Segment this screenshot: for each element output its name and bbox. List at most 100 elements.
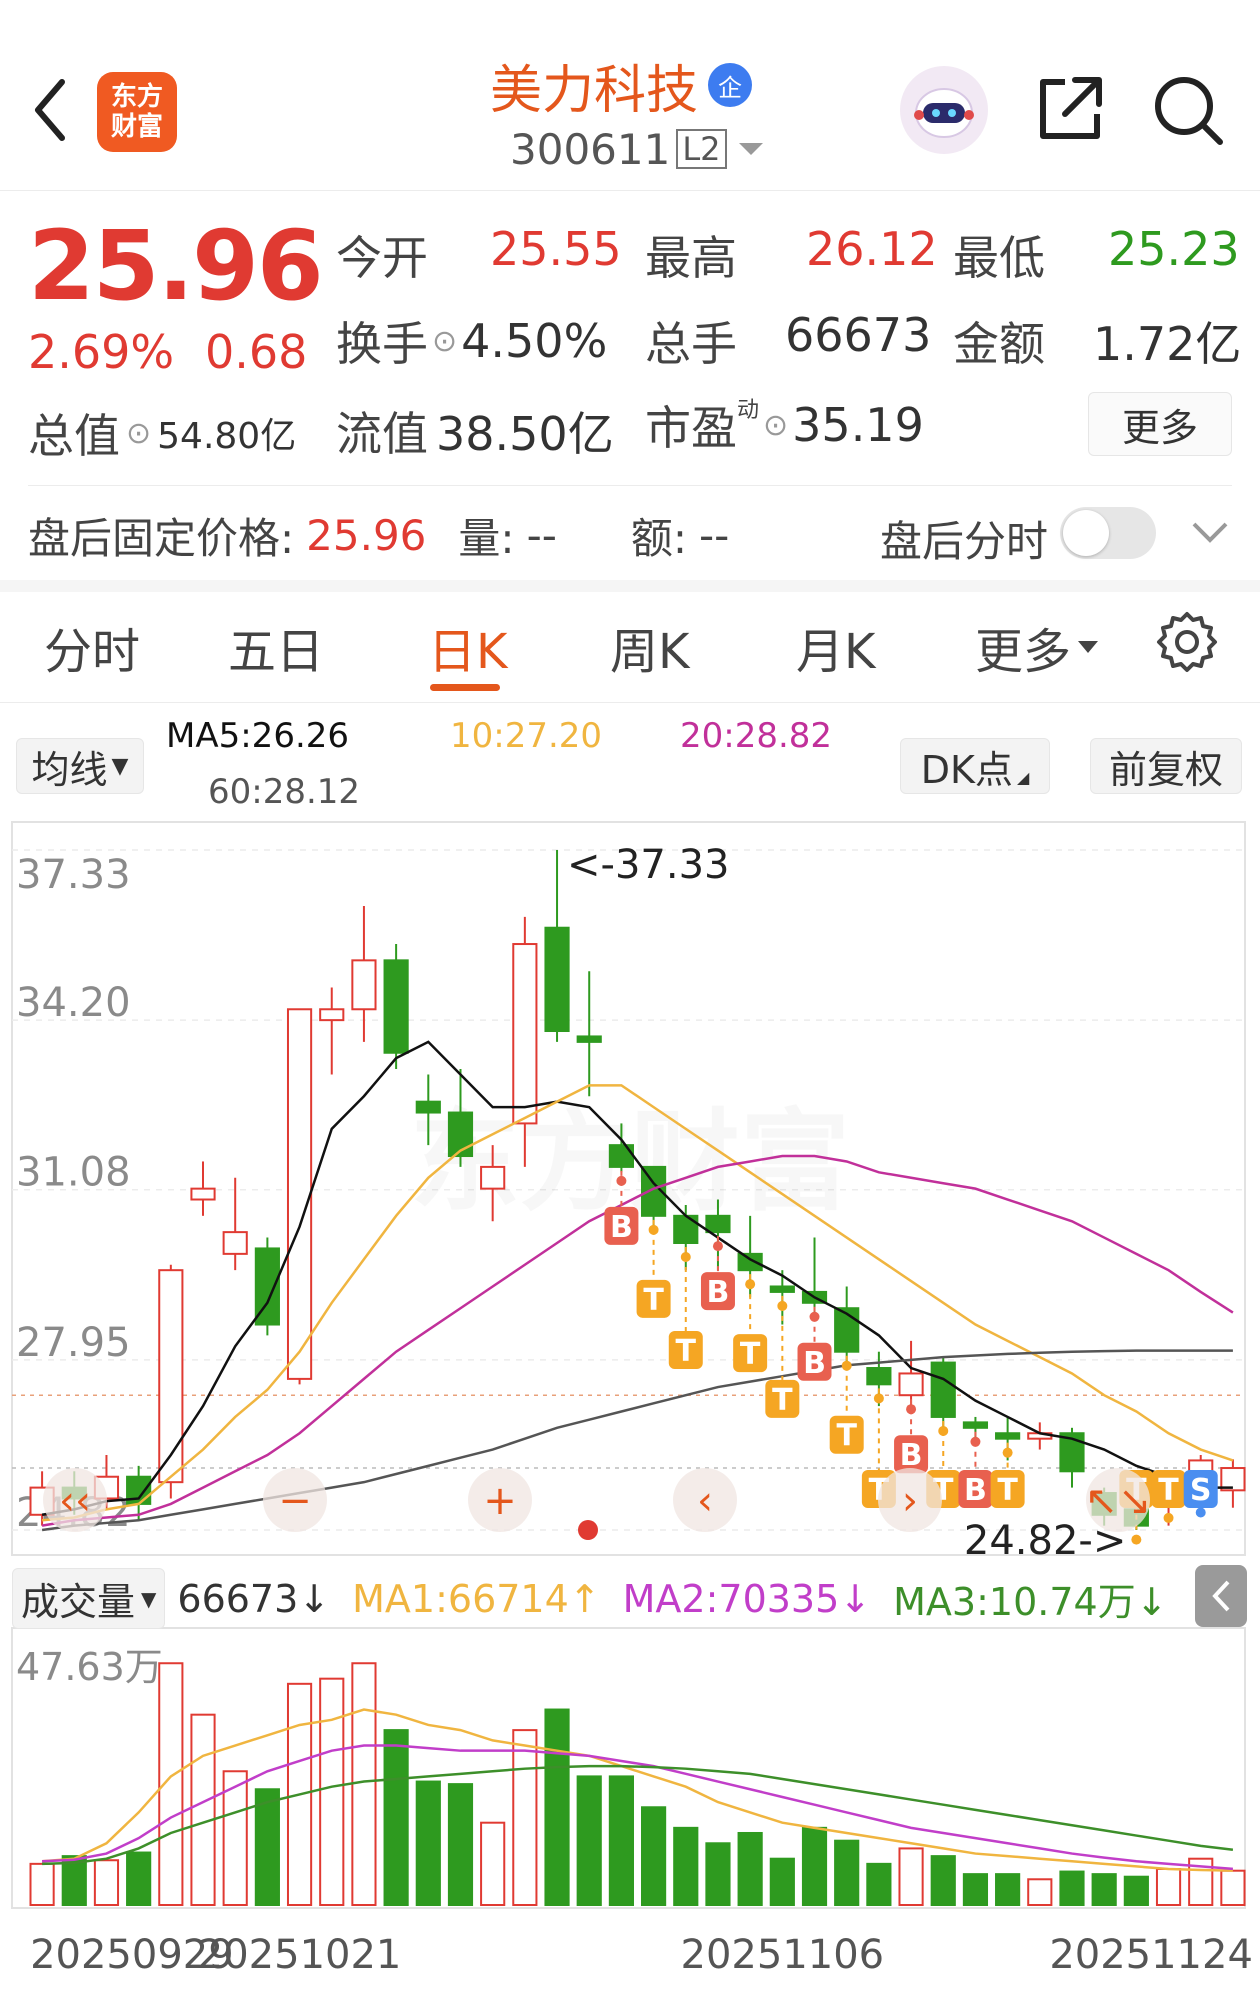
volume-bar[interactable] <box>866 1862 892 1907</box>
candle-body[interactable] <box>930 1361 956 1418</box>
tab-week-k[interactable]: 周K <box>610 612 689 682</box>
volume-bar[interactable] <box>415 1780 441 1906</box>
volume-bar[interactable] <box>834 1839 860 1906</box>
signal-dot <box>680 1251 691 1262</box>
current-position-dot <box>578 1520 598 1540</box>
volume-bar[interactable] <box>576 1775 602 1906</box>
back-button[interactable] <box>20 70 80 150</box>
volume-bar[interactable] <box>544 1708 570 1906</box>
candle-body[interactable] <box>222 1231 248 1255</box>
min-price-label: 24.82-> <box>964 1518 1126 1564</box>
tab-day-k[interactable]: 日K <box>428 612 507 682</box>
volume-bar[interactable] <box>1027 1878 1053 1906</box>
candle-body[interactable] <box>351 959 377 1011</box>
zoom-in-icon-glyph: + <box>483 1478 517 1524</box>
volume-bar[interactable] <box>319 1677 345 1906</box>
gear-icon[interactable] <box>1155 610 1219 674</box>
afterhours-toggle[interactable] <box>1060 507 1156 559</box>
volume-bar[interactable] <box>737 1831 763 1907</box>
volume-bar[interactable] <box>608 1775 634 1906</box>
volume-bar[interactable] <box>480 1821 506 1907</box>
volume-selector-label: 成交量 <box>21 1580 136 1624</box>
tab-five-day[interactable]: 五日 <box>228 612 324 682</box>
ma20-value: 20:28.82 <box>680 716 833 756</box>
volume-selector[interactable]: 成交量 ▼ <box>12 1568 166 1629</box>
candle-body[interactable] <box>962 1421 989 1429</box>
candle-body[interactable] <box>866 1367 892 1386</box>
stock-code-row[interactable]: 300611 L2 <box>510 124 765 174</box>
change-percent: 2.69% <box>28 325 175 379</box>
share-button[interactable] <box>1035 72 1107 144</box>
candle-body[interactable] <box>995 1432 1021 1440</box>
stock-title[interactable]: 美力科技 企 <box>490 50 753 121</box>
candle-body[interactable] <box>383 959 409 1054</box>
volume-bar[interactable] <box>1091 1873 1117 1906</box>
collapse-panel-button[interactable] <box>1195 1565 1247 1627</box>
candle-body[interactable] <box>480 1165 506 1190</box>
volume-bar[interactable] <box>383 1729 409 1906</box>
open-value: 25.55 <box>490 222 622 276</box>
candle-body[interactable] <box>608 1144 634 1168</box>
volume-bar[interactable] <box>29 1862 55 1907</box>
candle-body[interactable] <box>576 1035 602 1043</box>
volume-bar[interactable] <box>1155 1867 1182 1907</box>
info-icon[interactable]: ⊙ <box>763 408 788 443</box>
candle-body[interactable] <box>415 1100 441 1114</box>
candle-body[interactable] <box>190 1187 216 1201</box>
volume-bar[interactable] <box>801 1826 828 1907</box>
tab-timeshare[interactable]: 分时 <box>44 612 140 682</box>
logo-text-line2: 财富 <box>110 112 163 142</box>
candle-body[interactable] <box>286 1008 313 1380</box>
kline-chart[interactable]: 东方财富 37.3334.2031.0827.9524.82 BTTBTTBTT… <box>0 820 1260 1995</box>
zoom-out-icon-glyph: − <box>278 1478 312 1524</box>
low-value: 25.23 <box>1108 222 1240 276</box>
volume-bar[interactable] <box>190 1713 216 1907</box>
caret-down-icon: ▼ <box>111 753 129 779</box>
volume-bar[interactable] <box>93 1859 120 1906</box>
volume-bar[interactable] <box>673 1826 699 1907</box>
volume-bar[interactable] <box>705 1842 731 1906</box>
app-logo[interactable]: 东方 财富 <box>97 72 177 152</box>
candle-body[interactable] <box>898 1372 924 1397</box>
dk-button[interactable]: DK点 ◢ <box>900 738 1050 794</box>
tab-more[interactable]: 更多 <box>975 612 1099 682</box>
volume-bar[interactable] <box>641 1806 667 1906</box>
chevron-down-icon[interactable] <box>1190 520 1230 546</box>
volume-bar[interactable] <box>1220 1869 1246 1906</box>
volume-bar[interactable] <box>1059 1870 1085 1906</box>
more-button[interactable]: 更多 <box>1088 392 1232 456</box>
volume-bar[interactable] <box>1123 1875 1149 1906</box>
logo-text-line1: 东方 <box>110 82 163 112</box>
volume-bar[interactable] <box>962 1873 989 1906</box>
candle-body[interactable] <box>544 926 570 1033</box>
candle-body[interactable] <box>769 1285 795 1293</box>
volume-bar[interactable] <box>930 1855 956 1907</box>
adjust-button[interactable]: 前复权 <box>1090 738 1242 794</box>
volume-bar[interactable] <box>447 1783 474 1907</box>
volume-bar[interactable] <box>995 1873 1021 1906</box>
candle-body[interactable] <box>512 943 538 1125</box>
info-icon[interactable]: ⊙ <box>126 416 151 451</box>
signal-label: B <box>964 1473 987 1508</box>
volume-bar[interactable] <box>512 1729 538 1906</box>
candle-body[interactable] <box>705 1214 731 1234</box>
float-row: 流值 38.50亿 <box>336 398 614 464</box>
candle-body[interactable] <box>319 1008 345 1022</box>
ma-selector[interactable]: 均线 ▼ <box>16 738 144 794</box>
search-button[interactable] <box>1150 72 1226 148</box>
volume-bar[interactable] <box>254 1788 280 1907</box>
max-price-label: <-37.33 <box>567 842 729 888</box>
info-icon[interactable]: ⊙ <box>432 324 457 359</box>
signal-dot <box>745 1279 756 1290</box>
signal-dot <box>777 1300 788 1311</box>
volume-bar[interactable] <box>126 1851 152 1907</box>
afterhours-vol-label: 量: <box>458 513 515 563</box>
amount-value: 1.72亿 <box>1093 317 1242 371</box>
robot-assistant-button[interactable] <box>900 66 988 154</box>
candle-body[interactable] <box>158 1269 184 1484</box>
volume-bar[interactable] <box>351 1662 377 1906</box>
volume-bar[interactable] <box>769 1857 795 1907</box>
volume-bar[interactable] <box>898 1847 924 1906</box>
stock-code: 300611 <box>510 124 671 174</box>
tab-month-k[interactable]: 月K <box>796 612 875 682</box>
